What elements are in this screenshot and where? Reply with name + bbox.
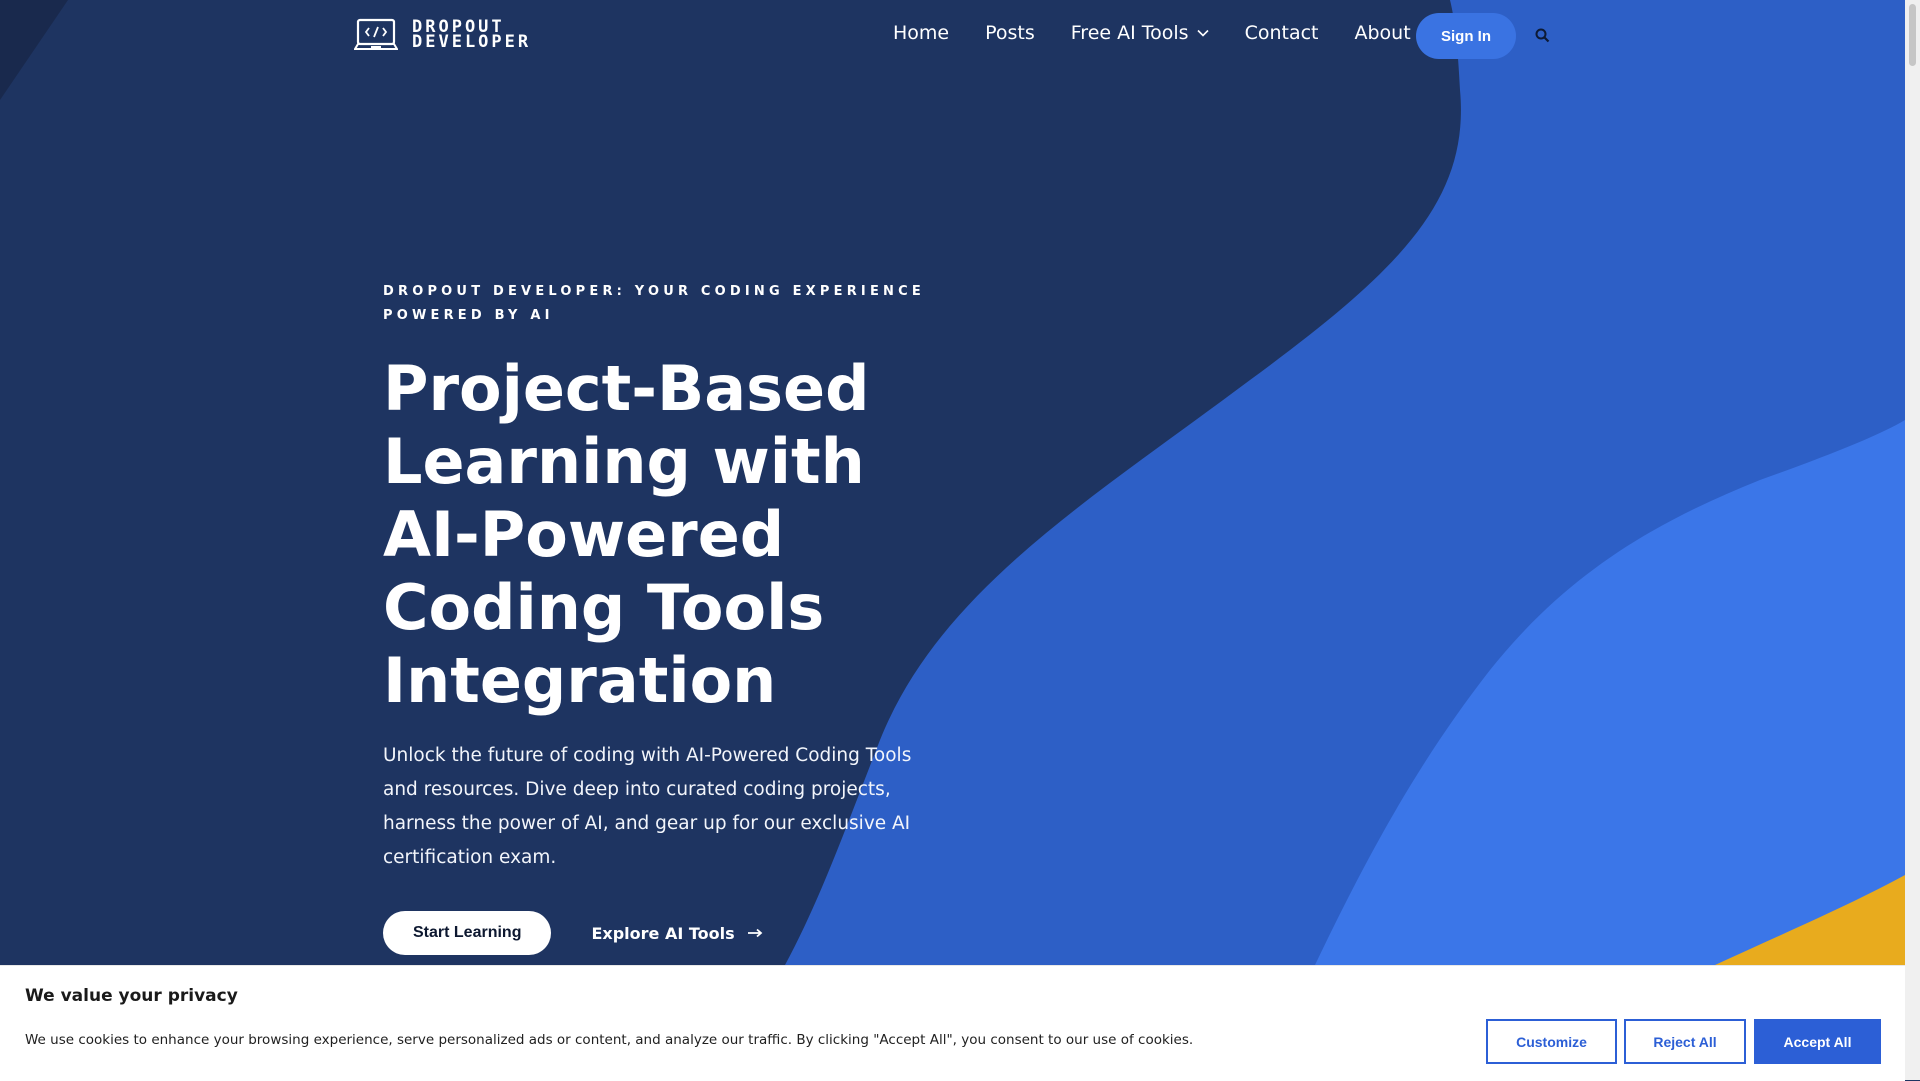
chevron-down-icon [1197, 29, 1209, 37]
nav-item-posts[interactable]: Posts [985, 22, 1035, 44]
nav-item-home[interactable]: Home [893, 22, 949, 44]
hero-background-waves [0, 0, 1905, 965]
main-nav: Home Posts Free AI Tools Contact About [893, 22, 1411, 44]
hero-eyebrow: DROPOUT DEVELOPER: YOUR CODING EXPERIENC… [383, 284, 925, 323]
accept-all-button[interactable]: Accept All [1754, 1019, 1881, 1064]
site-logo[interactable]: DROPOUT DEVELOPER [354, 18, 531, 52]
cookie-title: We value your privacy [25, 986, 238, 1006]
arrow-right-icon [747, 928, 763, 938]
hero-section: DROPOUT DEVELOPER: YOUR CODING EXPERIENC… [383, 280, 943, 955]
nav-item-free-ai-tools-label: Free AI Tools [1070, 22, 1189, 44]
logo-line-2: DEVELOPER [412, 32, 532, 52]
cookie-text: We use cookies to enhance your browsing … [25, 1032, 1194, 1048]
nav-item-contact[interactable]: Contact [1245, 22, 1319, 44]
sign-in-button[interactable]: Sign In [1416, 13, 1516, 59]
scrollbar-thumb[interactable] [1909, 4, 1916, 66]
logo-wordmark: DROPOUT DEVELOPER [412, 19, 532, 52]
site-header: DROPOUT DEVELOPER Home Posts Free AI Too… [0, 0, 1905, 72]
hero-description: Unlock the future of coding with AI-Powe… [383, 745, 912, 868]
search-icon[interactable] [1534, 27, 1552, 45]
laptop-code-icon [354, 18, 398, 50]
reject-all-button[interactable]: Reject All [1624, 1019, 1746, 1064]
explore-ai-tools-label: Explore AI Tools [591, 923, 735, 943]
hero-title: Project-Based Learning with AI-Powered C… [383, 352, 870, 717]
customize-button[interactable]: Customize [1486, 1019, 1617, 1064]
nav-item-about[interactable]: About [1355, 22, 1411, 44]
nav-item-free-ai-tools[interactable]: Free AI Tools [1071, 22, 1209, 44]
start-learning-button[interactable]: Start Learning [383, 911, 552, 955]
page-scrollbar[interactable] [1905, 0, 1920, 1080]
cookie-consent-bar: We value your privacy We use cookies to … [0, 965, 1905, 1081]
explore-ai-tools-link[interactable]: Explore AI Tools [591, 923, 763, 943]
hero-cta-row: Start Learning Explore AI Tools [383, 911, 943, 955]
